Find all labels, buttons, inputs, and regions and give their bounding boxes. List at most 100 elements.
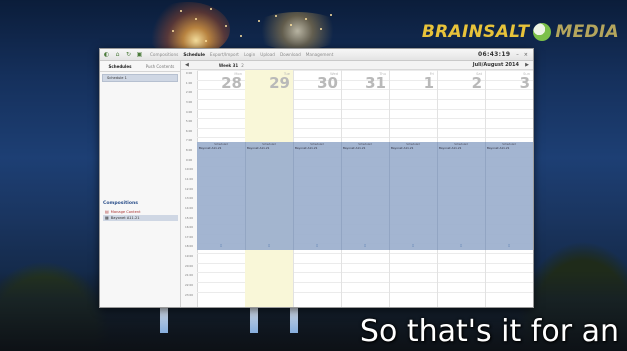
firework-spark xyxy=(275,15,277,17)
resize-handle-icon[interactable]: ⇕ xyxy=(409,244,417,248)
home-icon[interactable]: ⌂ xyxy=(113,50,122,59)
menu-item-export-import[interactable]: Export/Import xyxy=(210,52,239,57)
resize-handle-icon[interactable]: ⇕ xyxy=(217,244,225,248)
time-label: 1:00 xyxy=(185,80,193,85)
resize-handle-icon[interactable]: ⇕ xyxy=(505,244,513,248)
week-number-next[interactable]: 2 xyxy=(241,63,244,68)
main-menu: Compositions Schedule Export/Import Login Up… xyxy=(150,52,333,57)
logo-suffix-text: MEDIA xyxy=(555,22,619,42)
time-label: 15:00 xyxy=(184,215,194,220)
window-icon[interactable]: ▣ xyxy=(135,50,144,59)
time-label: 5:00 xyxy=(185,119,193,124)
event-name: Bayonet A11.21 xyxy=(295,146,318,151)
calendar-panel: ◀ Week 31 2 Juli/August 2014 ▶ 0:00 1:00 2… xyxy=(181,61,533,307)
composition-icon: ▦ xyxy=(105,215,109,220)
compositions-title: Compositions xyxy=(103,201,138,206)
menu-item-download[interactable]: Download xyxy=(280,52,301,57)
firework-spark xyxy=(195,18,197,20)
time-label: 8:00 xyxy=(185,148,193,153)
menu-item-upload[interactable]: Upload xyxy=(260,52,275,57)
time-label: 3:00 xyxy=(185,99,193,104)
prev-week-button[interactable]: ◀ xyxy=(185,62,189,68)
scheduled-event[interactable]: Scheduled Bayonet A11.21 ⇕ xyxy=(341,142,390,251)
event-name: Bayonet A11.21 xyxy=(391,146,414,151)
firework-spark xyxy=(225,25,227,27)
time-label: 18:00 xyxy=(184,244,194,249)
resize-handle-icon[interactable]: ⇕ xyxy=(361,244,369,248)
day-header: Mon 28 xyxy=(197,70,245,92)
clock: 06:43:19 xyxy=(478,51,511,58)
schedule-item[interactable]: Schedule 1 xyxy=(102,74,178,82)
time-label: 22:00 xyxy=(184,282,194,287)
day-header: Thu 31 xyxy=(341,70,389,92)
scheduled-event[interactable]: Scheduled Bayonet A11.21 ⇕ xyxy=(197,142,246,251)
tab-schedules[interactable]: Schedules xyxy=(100,64,140,69)
day-number: 3 xyxy=(519,74,530,92)
time-label: 13:00 xyxy=(184,196,194,201)
month-label: Juli/August 2014 xyxy=(472,62,519,68)
time-label: 16:00 xyxy=(184,225,194,230)
resize-handle-icon[interactable]: ⇕ xyxy=(457,244,465,248)
scheduled-event[interactable]: Scheduled Bayonet A11.21 ⇕ xyxy=(485,142,533,250)
time-label: 14:00 xyxy=(184,205,194,210)
tab-push-contents[interactable]: Push Contents xyxy=(140,64,180,69)
logo-mark-icon xyxy=(533,23,552,41)
firework-spark xyxy=(240,35,242,37)
left-panel: Schedules Push Contents Schedule 1 Compo… xyxy=(100,61,181,307)
time-label: 7:00 xyxy=(185,138,193,143)
app-logo-icon: ◐ xyxy=(103,51,110,58)
minimize-button[interactable]: – xyxy=(516,52,519,58)
logo-brand-text: BRAINSALT xyxy=(421,22,530,42)
firework-spark xyxy=(330,14,332,16)
calendar-grid[interactable]: 0:00 1:00 2:00 3:00 4:00 5:00 6:00 7:00 8:00 9:00… xyxy=(181,70,533,307)
time-label: 23:00 xyxy=(184,292,194,297)
scheduled-event[interactable]: Scheduled Bayonet A11.21 ⇕ xyxy=(293,142,342,251)
firework-spark xyxy=(305,18,307,20)
title-bar: ◐ ⌂ ↻ ▣ Compositions Schedule Export/Impor… xyxy=(100,49,533,61)
scheduled-block[interactable]: Scheduled Bayonet A11.21 ⇕ Scheduled Bayonet… xyxy=(197,142,533,251)
calendar-nav: ◀ Week 31 2 Juli/August 2014 ▶ xyxy=(181,61,533,70)
day-number: 30 xyxy=(317,74,338,92)
menu-item-login[interactable]: Login xyxy=(244,52,255,57)
resize-handle-icon[interactable]: ⇕ xyxy=(265,244,273,248)
menu-item-management[interactable]: Management xyxy=(306,52,334,57)
brand-logo: BRAINSALT MEDIA xyxy=(422,22,619,42)
day-header: Fri 1 xyxy=(389,70,437,92)
resize-handle-icon[interactable]: ⇕ xyxy=(313,244,321,248)
time-label: 4:00 xyxy=(185,109,193,114)
video-caption: So that's it for an xyxy=(359,314,619,349)
scheduled-event[interactable]: Scheduled Bayonet A11.21 ⇕ xyxy=(389,142,438,251)
left-tabs: Schedules Push Contents xyxy=(100,61,180,72)
time-label: 10:00 xyxy=(184,167,194,172)
firework-spark xyxy=(210,8,212,10)
firework-burst xyxy=(250,12,345,50)
day-number: 1 xyxy=(423,74,434,92)
firework-spark xyxy=(205,40,207,42)
scheduled-event[interactable]: Scheduled Bayonet A11.21 ⇕ xyxy=(245,142,294,251)
close-button[interactable]: × xyxy=(524,52,528,58)
day-header: Sun 3 xyxy=(485,70,533,92)
time-label: 17:00 xyxy=(184,234,194,239)
firework-spark xyxy=(172,30,174,32)
time-label: 11:00 xyxy=(184,176,194,181)
composition-item[interactable]: ▦ Bayonet A11.21 xyxy=(103,215,178,221)
time-label: 0:00 xyxy=(185,71,193,75)
time-column: 0:00 1:00 2:00 3:00 4:00 5:00 6:00 7:00 8:00 9:00… xyxy=(181,70,198,307)
refresh-icon[interactable]: ↻ xyxy=(124,50,133,59)
firework-spark xyxy=(290,24,292,26)
time-label: 20:00 xyxy=(184,263,194,268)
week-label: Week 31 xyxy=(218,62,239,68)
compositions-section: Compositions ▤ Manage Content ▦ Bayonet A11… xyxy=(103,201,178,221)
day-number: 2 xyxy=(471,74,482,92)
event-name: Bayonet A11.21 xyxy=(247,146,270,151)
firework-spark xyxy=(180,10,182,12)
time-label: 12:00 xyxy=(184,186,194,191)
menu-item-compositions[interactable]: Compositions xyxy=(150,52,178,57)
event-name: Bayonet A11.21 xyxy=(487,146,510,151)
day-header: Tue 29 xyxy=(245,70,293,92)
day-header: Sat 2 xyxy=(437,70,485,92)
event-name: Bayonet A11.21 xyxy=(199,146,222,151)
scheduled-event[interactable]: Scheduled Bayonet A11.21 ⇕ xyxy=(437,142,486,251)
menu-item-schedule[interactable]: Schedule xyxy=(183,52,205,57)
next-week-button[interactable]: ▶ xyxy=(525,62,529,68)
